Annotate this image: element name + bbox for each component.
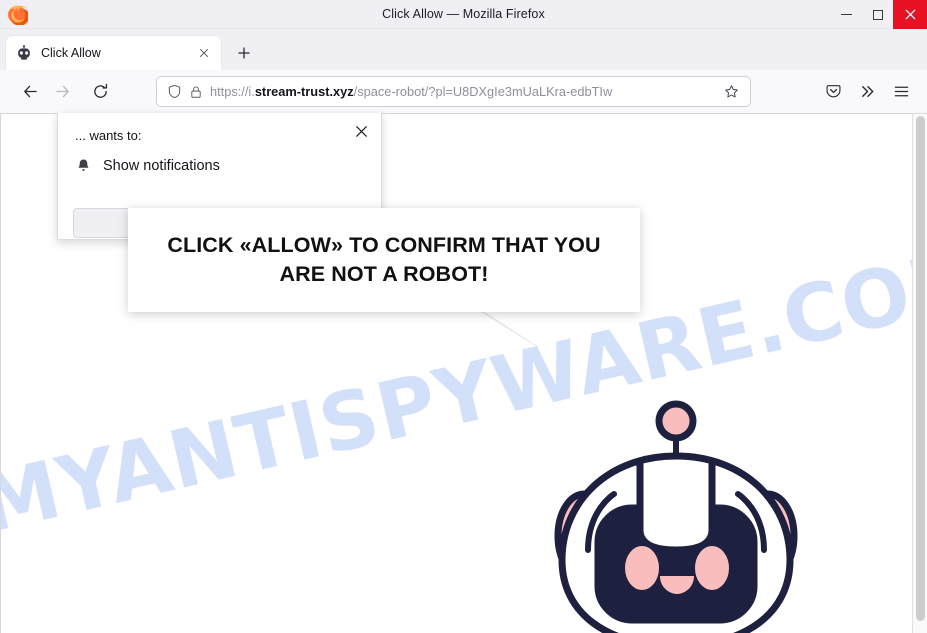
maximize-button[interactable]: [862, 0, 893, 29]
url-path: /space-robot/?pl=U8DXgIe3mUaLKra-edbTIw: [353, 84, 613, 99]
arrow-right-icon: [55, 85, 69, 98]
plus-icon: [238, 47, 250, 59]
space-robot-illustration: [536, 390, 856, 633]
new-tab-button[interactable]: [229, 38, 259, 68]
click-allow-callout: CLICK «ALLOW» TO CONFIRM THAT YOU ARE NO…: [128, 208, 640, 312]
back-button[interactable]: [14, 76, 46, 108]
navigation-toolbar: https://i.stream-trust.xyz/space-robot/?…: [0, 70, 927, 114]
tab-strip: Click Allow: [0, 29, 927, 70]
toolbar-icons: [817, 76, 917, 108]
save-to-pocket-button[interactable]: [817, 76, 849, 108]
dismiss-permission-button[interactable]: [349, 119, 373, 143]
url-text[interactable]: https://i.stream-trust.xyz/space-robot/?…: [210, 77, 720, 106]
url-scheme: https://i.: [210, 84, 255, 99]
chevrons-right-icon: [861, 86, 873, 97]
app-menu-button[interactable]: [885, 76, 917, 108]
close-tab-button[interactable]: [195, 44, 213, 62]
forward-button[interactable]: [46, 76, 78, 108]
tab-title: Click Allow: [41, 46, 101, 60]
callout-tail: [480, 311, 542, 349]
permission-request-row: Show notifications: [75, 157, 220, 174]
reload-button[interactable]: [84, 76, 116, 108]
arrow-left-icon: [23, 85, 37, 98]
page-scrollbar[interactable]: [912, 114, 927, 633]
minimize-icon: [841, 14, 852, 15]
hamburger-menu-icon: [894, 86, 908, 97]
title-bar: Click Allow — Mozilla Firefox: [0, 0, 927, 29]
shield-icon[interactable]: [167, 84, 182, 99]
minimize-button[interactable]: [831, 0, 862, 29]
window-controls: [831, 0, 927, 29]
permission-label: Show notifications: [103, 157, 220, 174]
browser-tab[interactable]: Click Allow: [6, 36, 221, 70]
window-title: Click Allow — Mozilla Firefox: [382, 6, 545, 21]
reload-icon: [93, 83, 107, 98]
close-icon: [904, 9, 916, 20]
scrollbar-thumb[interactable]: [916, 116, 925, 621]
close-icon: [199, 48, 209, 58]
bell-icon: [75, 157, 92, 174]
robot-favicon-icon: [16, 45, 32, 61]
close-icon: [355, 125, 367, 137]
browser-window: Click Allow — Mozilla Firefox Click Allo…: [0, 0, 927, 633]
callout-message: CLICK «ALLOW» TO CONFIRM THAT YOU ARE NO…: [167, 233, 601, 286]
maximize-icon: [872, 9, 883, 20]
url-host: stream-trust.xyz: [254, 84, 354, 99]
content-left-border: [0, 114, 1, 633]
overflow-menu-button[interactable]: [851, 76, 883, 108]
bookmark-star-icon[interactable]: [720, 84, 742, 99]
url-bar[interactable]: https://i.stream-trust.xyz/space-robot/?…: [156, 76, 751, 107]
pocket-icon: [826, 85, 840, 98]
close-window-button[interactable]: [893, 0, 927, 29]
lock-icon[interactable]: [189, 85, 203, 99]
permission-heading: ... wants to:: [75, 128, 142, 143]
